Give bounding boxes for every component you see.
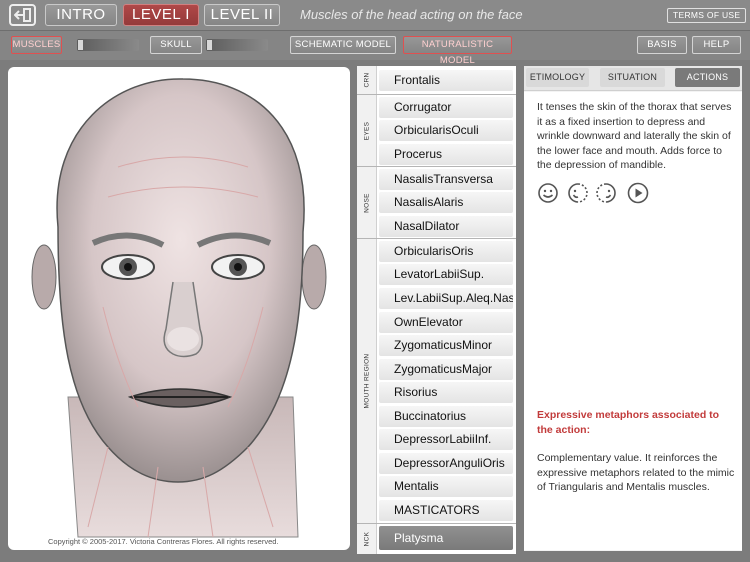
tab-level-1[interactable]: LEVEL I — [123, 4, 199, 26]
muscle-list: CRN EYES NOSE MOUTH REGION NCK Frontalis… — [357, 66, 516, 554]
copyright-text: Copyright © 2005-2017. Victoria Contrera… — [48, 537, 279, 546]
muscle-item-mentalis[interactable]: Mentalis — [379, 476, 513, 497]
top-bar: INTRO LEVEL I LEVEL II Muscles of the he… — [0, 0, 750, 31]
muscle-item-frontalis[interactable]: Frontalis — [379, 70, 513, 91]
group-label-nck: NCK — [357, 524, 377, 554]
muscle-item-nasalis-alaris[interactable]: NasalisAlaris — [379, 192, 513, 213]
tab-actions[interactable]: ACTIONS — [675, 68, 740, 87]
group-label-nose: NOSE — [357, 167, 377, 238]
muscle-item-risorius[interactable]: Risorius — [379, 382, 513, 403]
action-description: It tenses the skin of the thorax that se… — [537, 101, 732, 171]
tab-intro[interactable]: INTRO — [45, 4, 117, 26]
muscle-item-procerus[interactable]: Procerus — [379, 144, 513, 165]
muscle-item-masticators[interactable]: MASTICATORS — [379, 500, 513, 521]
muscle-item-platysma[interactable]: Platysma — [379, 526, 513, 550]
muscle-item-nasalis-transversa[interactable]: NasalisTransversa — [379, 169, 513, 190]
muscle-info-panel: ETIMOLOGY SITUATION ACTIONS It tenses th… — [524, 66, 742, 551]
info-tabs: ETIMOLOGY SITUATION ACTIONS — [524, 66, 742, 91]
basis-button[interactable]: BASIS — [637, 36, 687, 54]
face-left-icon[interactable] — [567, 182, 589, 209]
face-right-icon[interactable] — [595, 182, 617, 209]
tab-etimology[interactable]: ETIMOLOGY — [526, 68, 589, 87]
group-label-eyes: EYES — [357, 95, 377, 166]
play-icon[interactable] — [627, 182, 651, 209]
muscle-item-zygomaticus-major[interactable]: ZygomaticusMajor — [379, 359, 513, 380]
muscle-item-lev-labii-sup-aleq-nasi[interactable]: Lev.LabiiSup.Aleq.Nasi — [379, 288, 513, 309]
page-title: Muscles of the head acting on the face — [300, 7, 523, 22]
back-button[interactable] — [9, 4, 36, 26]
group-separator — [357, 523, 516, 524]
terms-of-use-button[interactable]: TERMS OF USE — [667, 8, 747, 23]
skull-opacity-slider[interactable] — [206, 39, 268, 51]
group-separator — [357, 238, 516, 239]
model-toolbar: MUSCLES SKULL SCHEMATIC MODEL NATURALIST… — [0, 31, 750, 66]
back-arrow-icon — [14, 8, 31, 22]
schematic-model-button[interactable]: SCHEMATIC MODEL — [290, 36, 396, 54]
muscle-item-buccinatorius[interactable]: Buccinatorius — [379, 406, 513, 427]
slider-knob[interactable] — [78, 40, 83, 50]
muscle-item-own-elevator[interactable]: OwnElevator — [379, 312, 513, 333]
face-full-icon[interactable] — [537, 182, 559, 209]
skull-button[interactable]: SKULL — [150, 36, 202, 54]
muscle-item-orbicularis-oculi[interactable]: OrbicularisOculi — [379, 120, 513, 141]
muscles-opacity-slider[interactable] — [77, 39, 139, 51]
muscle-item-orbicularis-oris[interactable]: OrbicularisOris — [379, 241, 513, 262]
group-separator — [357, 94, 516, 95]
muscle-item-depressor-labii-inf[interactable]: DepressorLabiiInf. — [379, 429, 513, 450]
muscle-item-nasal-dilator[interactable]: NasalDilator — [379, 216, 513, 237]
group-separator — [357, 166, 516, 167]
naturalistic-face-illustration[interactable] — [8, 67, 350, 550]
muscle-item-depressor-anguli-oris[interactable]: DepressorAnguliOris — [379, 453, 513, 474]
naturalistic-model-button[interactable]: NATURALISTIC MODEL — [403, 36, 512, 66]
metaphors-text: Complementary value. It reinforces the e… — [537, 452, 735, 493]
muscle-item-corrugator[interactable]: Corrugator — [379, 97, 513, 118]
group-label-crn: CRN — [357, 66, 377, 94]
muscle-item-zygomaticus-minor[interactable]: ZygomaticusMinor — [379, 335, 513, 356]
info-content: It tenses the skin of the thorax that se… — [524, 92, 742, 550]
face-image-panel: Copyright © 2005-2017. Victoria Contrera… — [8, 67, 350, 550]
muscle-item-levator-labii-sup[interactable]: LevatorLabiiSup. — [379, 264, 513, 285]
muscles-button[interactable]: MUSCLES — [11, 36, 62, 54]
slider-knob[interactable] — [207, 40, 212, 50]
help-button[interactable]: HELP — [692, 36, 741, 54]
tab-level-2[interactable]: LEVEL II — [204, 4, 280, 26]
group-label-mouth-region: MOUTH REGION — [357, 239, 377, 523]
tab-situation[interactable]: SITUATION — [600, 68, 665, 87]
metaphors-title: Expressive metaphors associated to the a… — [537, 409, 720, 436]
